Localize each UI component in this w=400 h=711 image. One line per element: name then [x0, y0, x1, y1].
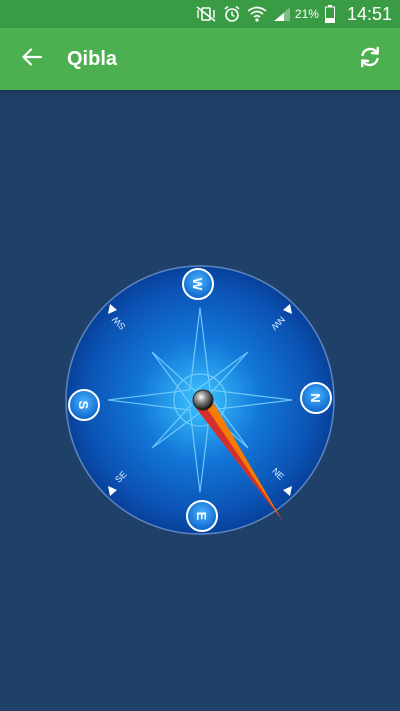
back-button[interactable]	[14, 41, 50, 77]
label-west: W	[190, 278, 205, 291]
compass-dial: NW SW NE SE W N E S	[65, 265, 335, 535]
arrow-back-icon	[22, 47, 43, 71]
status-bar: 21% 14:51	[0, 0, 400, 28]
status-icons: 21% 14:51	[195, 0, 392, 28]
vibrate-off-icon	[195, 6, 217, 22]
badge-east: E	[186, 500, 218, 532]
qibla-compass: NW SW NE SE W N E S	[63, 263, 337, 537]
status-clock: 14:51	[346, 3, 392, 24]
label-north: N	[308, 393, 323, 402]
wifi-icon	[247, 6, 267, 22]
page-title: Qibla	[67, 48, 118, 70]
signal-icon	[273, 6, 291, 22]
badge-south: S	[68, 389, 100, 421]
badge-west: W	[182, 268, 214, 300]
app-bar: Qibla	[0, 28, 400, 90]
label-east: E	[194, 512, 209, 521]
compass-hub	[192, 389, 214, 411]
badge-north: N	[300, 382, 332, 414]
battery-percent: 21%	[294, 7, 319, 21]
refresh-icon	[358, 45, 382, 74]
alarm-icon	[223, 5, 241, 23]
label-south: S	[76, 401, 91, 410]
refresh-button[interactable]	[352, 41, 388, 77]
battery-icon	[324, 5, 335, 23]
